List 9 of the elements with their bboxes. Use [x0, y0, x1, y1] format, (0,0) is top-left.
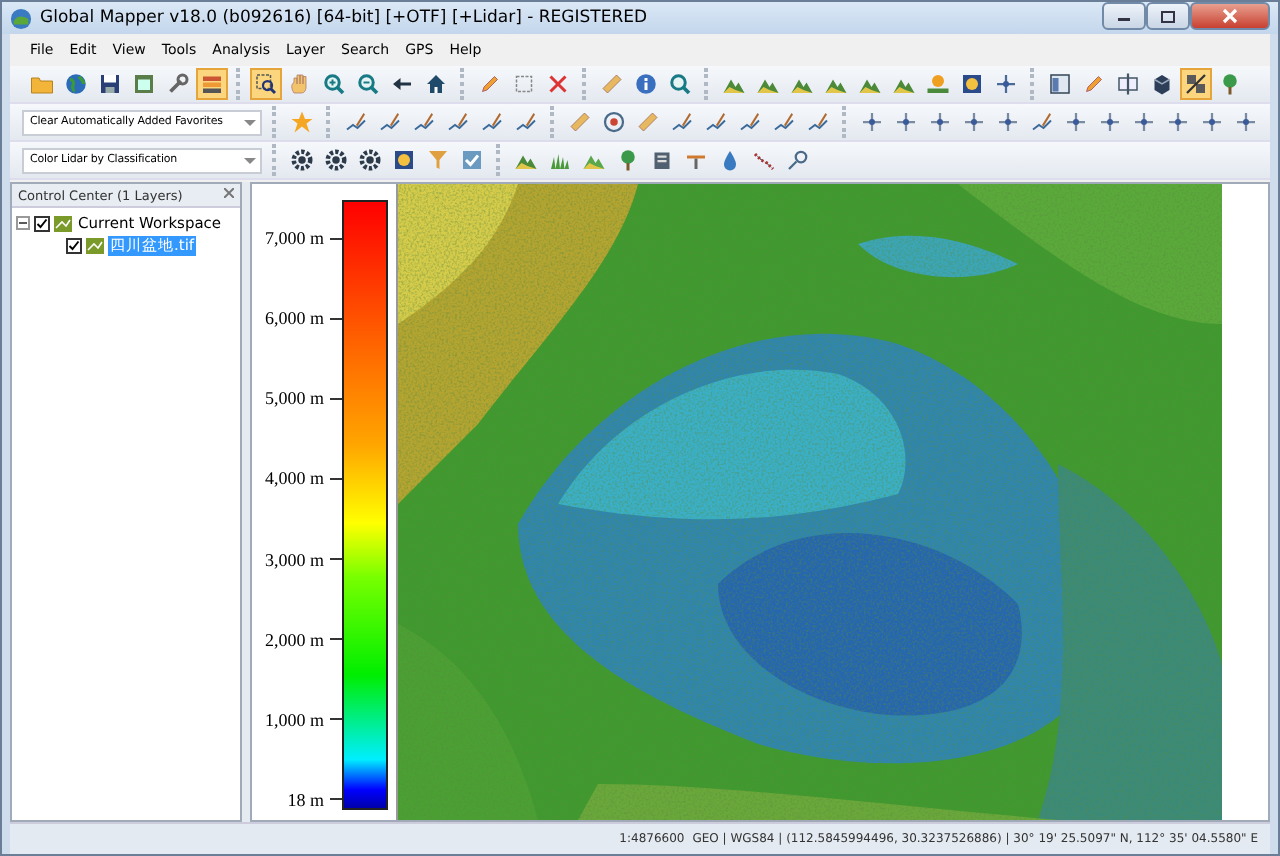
legend-label: 6,000 m: [264, 308, 324, 329]
window-title: Global Mapper v18.0 (b092616) [64-bit] [+OTF] [+Lidar] - REGISTERED: [40, 8, 650, 28]
legend-label: 7,000 m: [264, 228, 324, 248]
legend-label: 4,000 m: [264, 468, 324, 489]
legend-label: 1,000 m: [264, 709, 324, 730]
legend-label: 3,000 m: [264, 549, 324, 570]
legend-label: 2,000 m: [264, 629, 324, 650]
legend-label: 5,000 m: [264, 388, 324, 409]
legend-label: 18 m: [287, 789, 324, 810]
